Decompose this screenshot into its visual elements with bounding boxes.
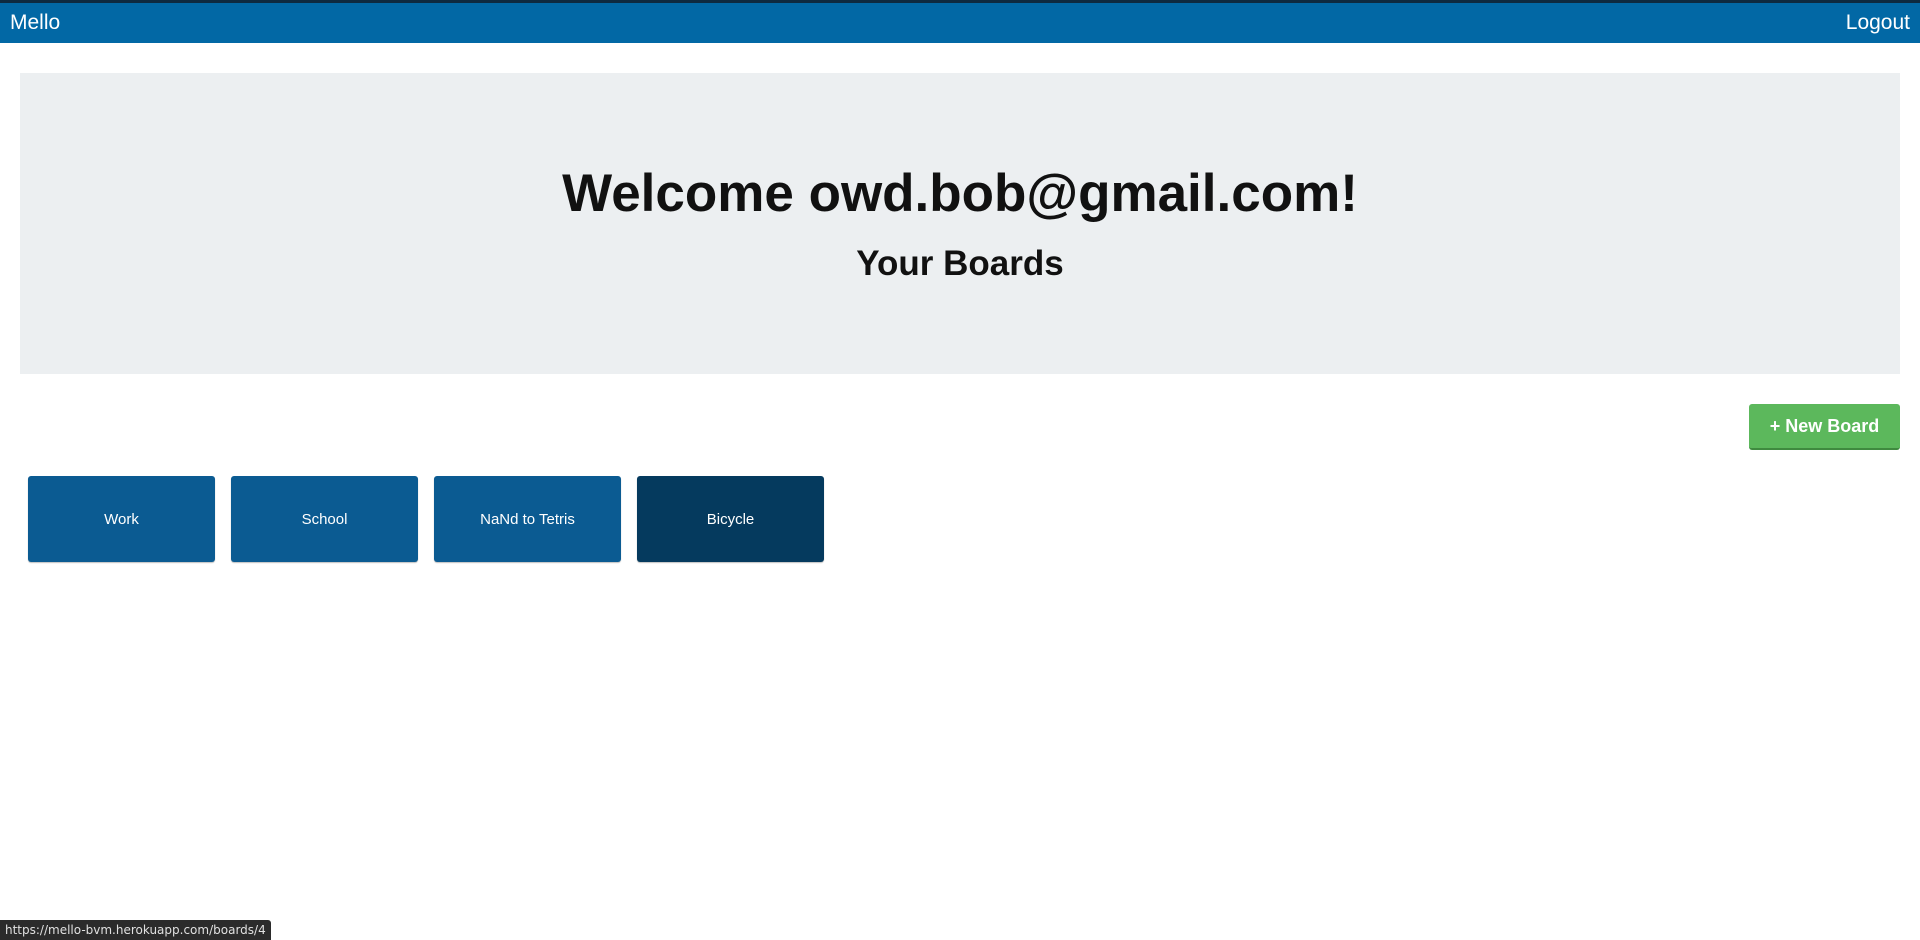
welcome-jumbotron: Welcome owd.bob@gmail.com! Your Boards [20, 73, 1900, 374]
board-tile-label: Bicycle [706, 510, 755, 528]
board-tile-label: NaNd to Tetris [480, 510, 575, 528]
board-tile-bicycle[interactable]: Bicycle [637, 476, 824, 562]
link-status-bar: https://mello-bvm.herokuapp.com/boards/4 [0, 920, 271, 940]
navbar: Mello Logout [0, 3, 1920, 43]
board-tile-label: School [301, 510, 348, 528]
new-board-button[interactable]: + New Board [1749, 404, 1900, 450]
board-tile-school[interactable]: School [231, 476, 418, 562]
board-tile-work[interactable]: Work [28, 476, 215, 562]
board-tile-nand-to-tetris[interactable]: NaNd to Tetris [434, 476, 621, 562]
brand-link[interactable]: Mello [10, 12, 60, 34]
welcome-heading: Welcome owd.bob@gmail.com! [562, 164, 1358, 223]
logout-link[interactable]: Logout [1846, 12, 1910, 34]
board-tile-label: Work [104, 510, 139, 528]
boards-heading: Your Boards [856, 244, 1064, 283]
page: Mello Logout Welcome owd.bob@gmail.com! … [0, 0, 1920, 940]
